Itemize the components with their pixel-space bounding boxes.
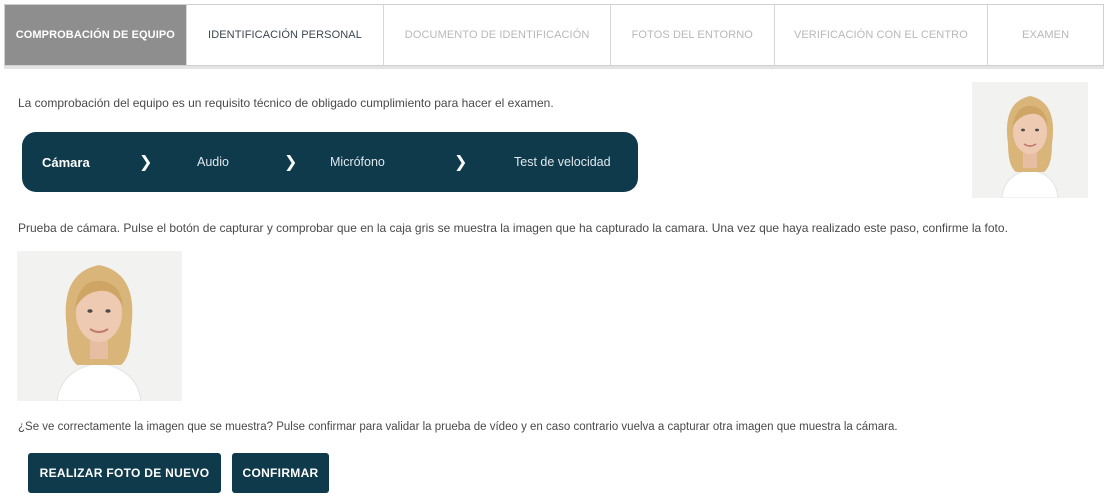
captured-photo [17,251,182,401]
intro-text: La comprobación del equipo es un requisi… [18,96,554,110]
tab-documento-identificacion[interactable]: DOCUMENTO DE IDENTIFICACIÓN [384,5,611,65]
confirmation-question: ¿Se ve correctamente la imagen que se mu… [18,421,898,433]
chevron-right-icon: ❯ [139,154,153,171]
device-check-stepper: Cámara ❯ Audio ❯ Micrófono ❯ Test de vel… [22,132,638,192]
retake-photo-button[interactable]: REALIZAR FOTO DE NUEVO [28,453,221,493]
step-tabs: COMPROBACIÓN DE EQUIPO IDENTIFICACIÓN PE… [4,4,1104,66]
confirm-button[interactable]: CONFIRMAR [232,453,329,493]
camera-preview-thumbnail [972,82,1088,198]
chevron-right-icon: ❯ [454,154,468,171]
step-test-velocidad[interactable]: Test de velocidad [514,132,611,192]
tab-comprobacion-equipo[interactable]: COMPROBACIÓN DE EQUIPO [5,5,187,65]
tabs-divider [4,66,1104,69]
tab-verificacion-centro[interactable]: VERIFICACIÓN CON EL CENTRO [775,5,989,65]
tab-identificacion-personal[interactable]: IDENTIFICACIÓN PERSONAL [187,5,385,65]
step-microfono[interactable]: Micrófono [330,132,385,192]
step-audio[interactable]: Audio [197,132,229,192]
step-camara[interactable]: Cámara [42,132,90,192]
camera-instructions: Prueba de cámara. Pulse el botón de capt… [18,221,1008,235]
tab-examen[interactable]: EXAMEN [988,5,1103,65]
tab-fotos-entorno[interactable]: FOTOS DEL ENTORNO [611,5,775,65]
chevron-right-icon: ❯ [284,154,298,171]
